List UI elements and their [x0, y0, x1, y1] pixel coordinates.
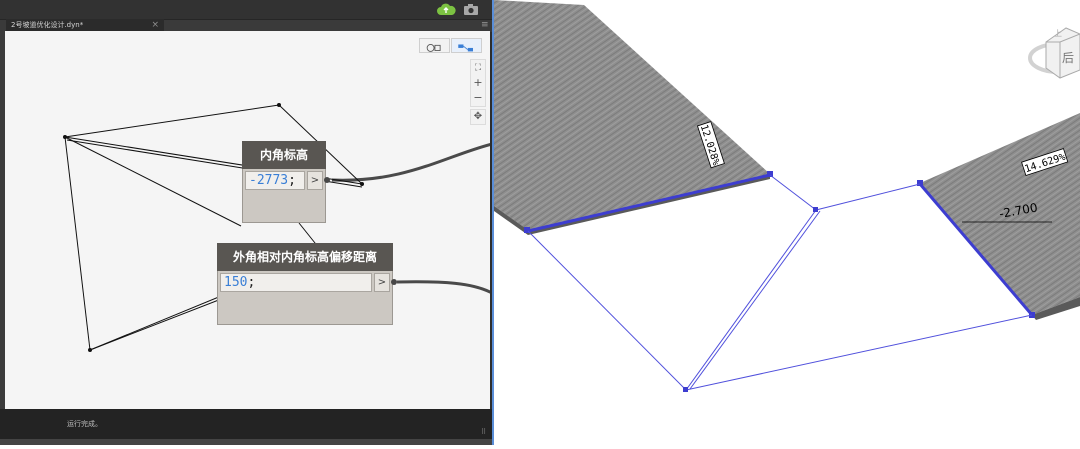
code-block-node-inner-elevation[interactable]: 内角标高 -2773; > [242, 141, 330, 223]
zoom-out-button[interactable]: − [471, 91, 485, 105]
background-preview-button[interactable] [419, 38, 450, 53]
dynamo-window: 2号坡道优化设计.dyn* × ≡ ⛶ + − ✥ 内角标高 -2773; > … [0, 0, 494, 445]
left-ramp-slab [494, 0, 773, 235]
run-status-text: 运行完成。 [67, 420, 102, 428]
tab-active-workspace[interactable]: 2号坡道优化设计.dyn* × [6, 19, 164, 31]
node-title[interactable]: 内角标高 [242, 141, 326, 169]
output-port-connector[interactable] [324, 177, 330, 183]
corner-point-bottom [683, 387, 688, 392]
right-ramp-slab [917, 113, 1080, 320]
code-value: -2773 [249, 173, 289, 188]
wire-inner-elevation[interactable] [331, 142, 490, 182]
viewcube-top-label[interactable]: 上 [1054, 29, 1062, 38]
zoom-in-button[interactable]: + [471, 76, 485, 90]
cloud-upload-icon[interactable] [436, 2, 456, 16]
status-bar: 运行完成。 ⠿ [0, 409, 492, 439]
output-port[interactable]: > [307, 171, 323, 190]
tab-close-button[interactable]: × [151, 19, 159, 31]
code-terminator: ; [288, 173, 296, 188]
output-port[interactable]: > [374, 273, 390, 292]
output-port-connector[interactable] [391, 279, 397, 285]
code-block-input[interactable]: 150; [220, 273, 372, 292]
graph-view-icon [458, 44, 473, 52]
background-preview-icon [426, 44, 441, 52]
viewcube[interactable]: 后 上 [1026, 12, 1080, 84]
dynamo-titlebar [0, 0, 492, 19]
window-bottom-border [0, 439, 492, 445]
zoom-controls: ⛶ + − [470, 59, 486, 107]
graph-view-button[interactable] [451, 38, 482, 53]
viewcube-face-label[interactable]: 后 [1062, 51, 1074, 65]
camera-icon[interactable] [464, 3, 478, 15]
code-terminator: ; [247, 275, 256, 290]
zoom-fit-icon[interactable]: ⛶ [471, 61, 485, 75]
code-value: 150 [224, 275, 248, 290]
graph-canvas[interactable]: ⛶ + − ✥ 内角标高 -2773; > 外角相对内角标高偏移距离 150; … [5, 31, 490, 409]
tab-menu-button[interactable]: ≡ [481, 20, 489, 30]
view-mode-toggle[interactable] [419, 38, 482, 53]
code-block-node-outer-offset[interactable]: 外角相对内角标高偏移距离 150; > [217, 243, 397, 325]
tab-title: 2号坡道优化设计.dyn* [11, 21, 84, 29]
resize-grip-icon[interactable]: ⠿ [481, 428, 489, 436]
node-title[interactable]: 外角相对内角标高偏移距离 [217, 243, 393, 271]
corner-point-inner [813, 207, 818, 212]
code-block-input[interactable]: -2773; [245, 171, 305, 190]
pan-icon[interactable]: ✥ [470, 109, 486, 125]
wire-outer-offset[interactable] [396, 280, 490, 294]
